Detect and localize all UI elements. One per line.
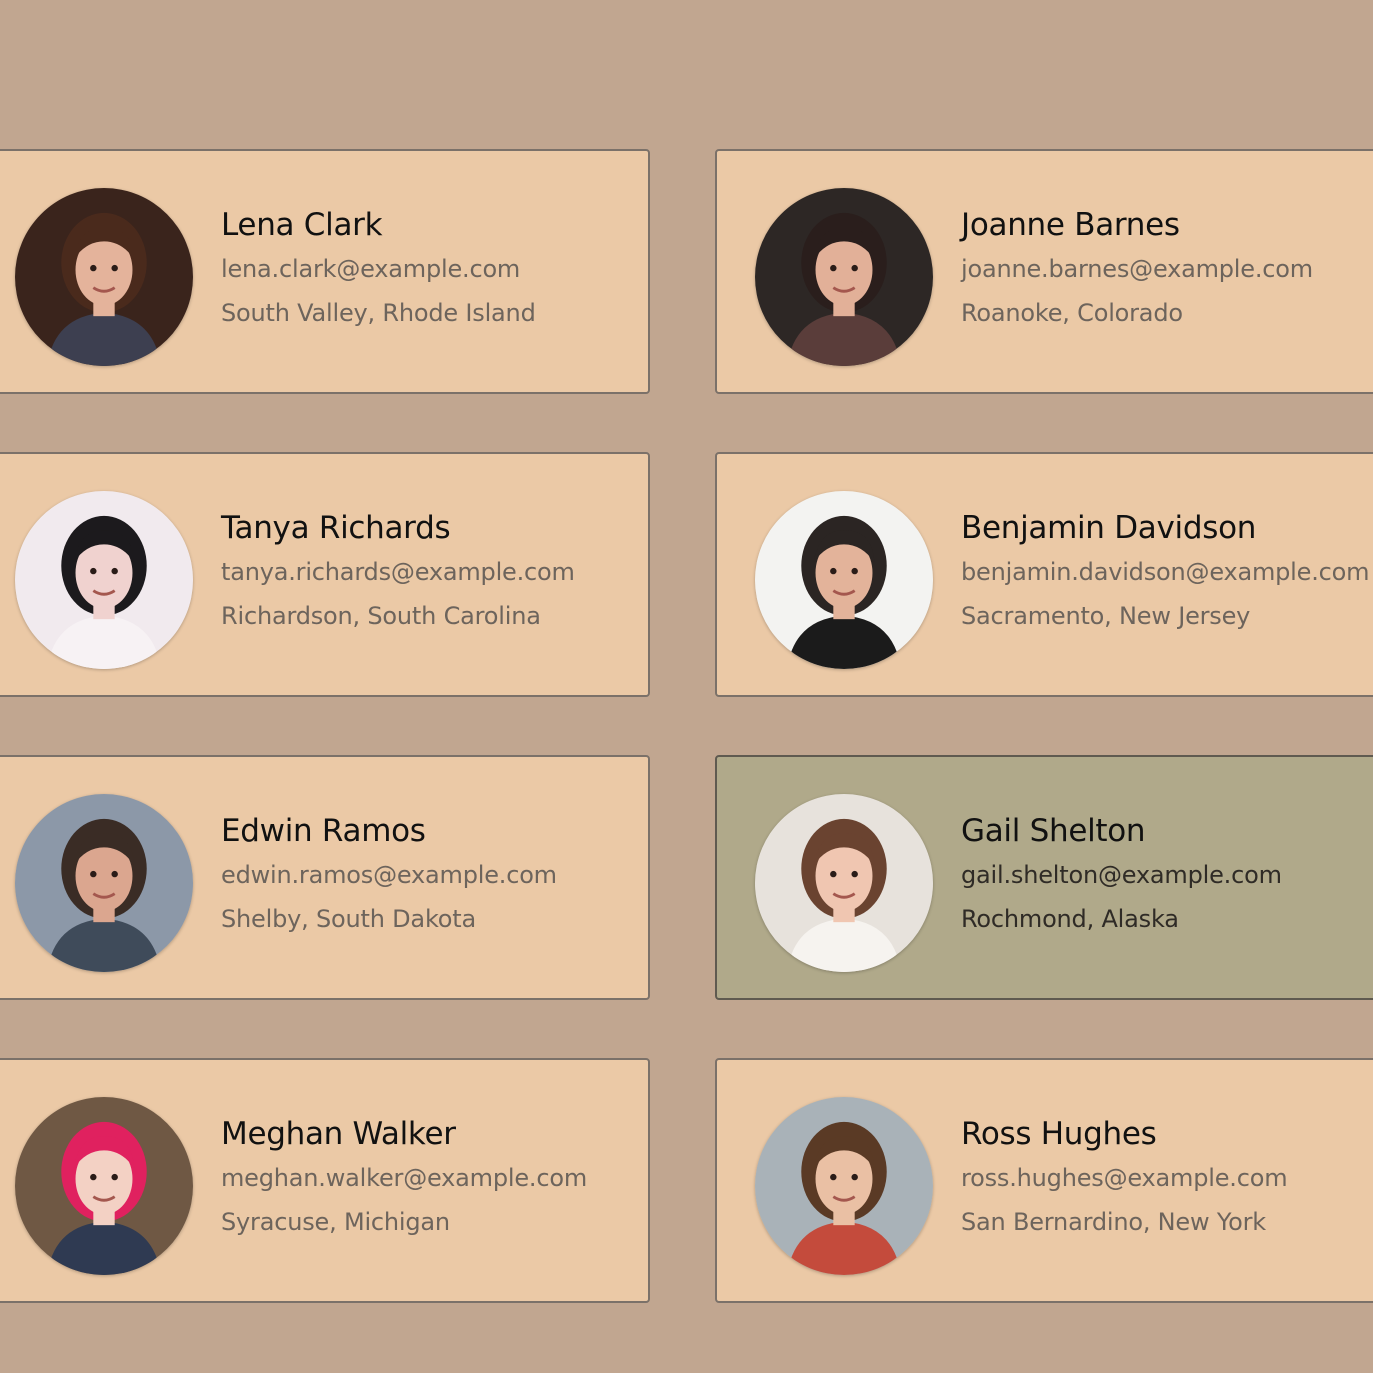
contact-email: edwin.ramos@example.com [221, 861, 557, 889]
contact-card[interactable]: Tanya Richards tanya.richards@example.co… [0, 452, 650, 697]
contact-name: Lena Clark [221, 207, 383, 243]
avatar [755, 794, 933, 972]
avatar-photo [15, 1097, 193, 1275]
avatar [15, 491, 193, 669]
avatar [755, 491, 933, 669]
avatar-photo [15, 491, 193, 669]
contact-card[interactable]: Edwin Ramos edwin.ramos@example.com Shel… [0, 755, 650, 1000]
contact-card-grid: Lena Clark lena.clark@example.com South … [0, 0, 1373, 1373]
contact-name: Meghan Walker [221, 1116, 456, 1152]
contact-email: tanya.richards@example.com [221, 558, 575, 586]
contact-card[interactable]: Benjamin Davidson benjamin.davidson@exam… [715, 452, 1373, 697]
contact-location: Rochmond, Alaska [961, 905, 1179, 933]
contact-card[interactable]: Ross Hughes ross.hughes@example.com San … [715, 1058, 1373, 1303]
contact-info: Benjamin Davidson benjamin.davidson@exam… [961, 506, 1370, 638]
contact-location: Syracuse, Michigan [221, 1208, 450, 1236]
contact-location: Sacramento, New Jersey [961, 602, 1251, 630]
avatar [755, 188, 933, 366]
contact-name: Tanya Richards [221, 510, 451, 546]
contact-card[interactable]: Gail Shelton gail.shelton@example.com Ro… [715, 755, 1373, 1000]
contact-info: Tanya Richards tanya.richards@example.co… [221, 506, 575, 638]
contact-location: Roanoke, Colorado [961, 299, 1183, 327]
contact-info: Edwin Ramos edwin.ramos@example.com Shel… [221, 809, 557, 941]
contact-card[interactable]: Meghan Walker meghan.walker@example.com … [0, 1058, 650, 1303]
contact-info: Meghan Walker meghan.walker@example.com … [221, 1112, 587, 1244]
contact-info: Lena Clark lena.clark@example.com South … [221, 203, 536, 335]
avatar-photo [755, 491, 933, 669]
contact-email: joanne.barnes@example.com [961, 255, 1313, 283]
avatar [15, 1097, 193, 1275]
contact-name: Benjamin Davidson [961, 510, 1257, 546]
contact-email: meghan.walker@example.com [221, 1164, 588, 1192]
contact-name: Edwin Ramos [221, 813, 426, 849]
contact-email: gail.shelton@example.com [961, 861, 1282, 889]
avatar-photo [755, 794, 933, 972]
contact-info: Gail Shelton gail.shelton@example.com Ro… [961, 809, 1282, 941]
avatar-photo [755, 188, 933, 366]
contact-name: Ross Hughes [961, 1116, 1157, 1152]
contact-email: benjamin.davidson@example.com [961, 558, 1370, 586]
contact-email: lena.clark@example.com [221, 255, 521, 283]
avatar [15, 188, 193, 366]
contact-card[interactable]: Joanne Barnes joanne.barnes@example.com … [715, 149, 1373, 394]
contact-name: Joanne Barnes [961, 207, 1180, 243]
avatar-photo [755, 1097, 933, 1275]
contact-info: Ross Hughes ross.hughes@example.com San … [961, 1112, 1288, 1244]
avatar [755, 1097, 933, 1275]
contact-info: Joanne Barnes joanne.barnes@example.com … [961, 203, 1313, 335]
avatar-photo [15, 794, 193, 972]
avatar [15, 794, 193, 972]
contact-location: Shelby, South Dakota [221, 905, 476, 933]
avatar-photo [15, 188, 193, 366]
contact-location: Richardson, South Carolina [221, 602, 541, 630]
contact-email: ross.hughes@example.com [961, 1164, 1288, 1192]
contact-card[interactable]: Lena Clark lena.clark@example.com South … [0, 149, 650, 394]
contact-name: Gail Shelton [961, 813, 1146, 849]
contact-location: South Valley, Rhode Island [221, 299, 536, 327]
contact-location: San Bernardino, New York [961, 1208, 1266, 1236]
